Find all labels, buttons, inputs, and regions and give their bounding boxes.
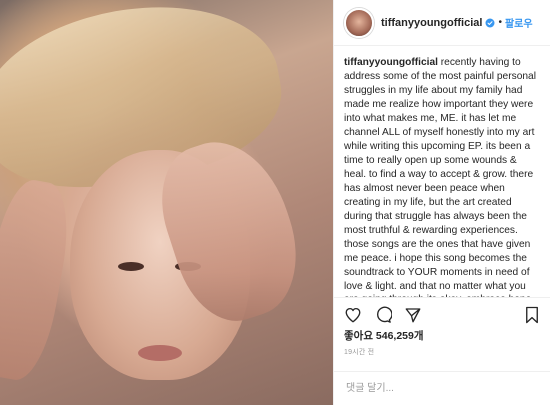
comment-input[interactable] — [344, 382, 540, 395]
comment-button[interactable] — [374, 306, 392, 324]
comment-box — [334, 371, 550, 405]
comment-icon — [377, 306, 392, 323]
save-button[interactable] — [524, 306, 540, 324]
share-button[interactable] — [404, 306, 422, 324]
action-bar — [334, 298, 550, 326]
photo-lips — [138, 345, 182, 361]
post-timestamp[interactable]: 19시간 전 — [334, 343, 550, 357]
post-header: tiffanyyoungofficial • 팔로우 — [334, 0, 550, 46]
post-photo[interactable] — [0, 0, 333, 405]
like-button[interactable] — [344, 306, 362, 324]
photo-left-eye — [118, 262, 144, 271]
follow-button[interactable]: 팔로우 — [505, 15, 533, 30]
instagram-post: tiffanyyoungofficial • 팔로우 tiffanyyoungo… — [0, 0, 550, 405]
caption-username[interactable]: tiffanyyoungofficial — [344, 57, 438, 68]
photo-left-hand — [0, 175, 77, 385]
likes-count[interactable]: 좋아요 546,259개 — [334, 326, 550, 343]
bookmark-icon — [526, 306, 538, 324]
post-caption: tiffanyyoungofficial recently having to … — [334, 46, 550, 298]
avatar[interactable] — [344, 7, 374, 38]
caption-text: recently having to address some of the m… — [344, 57, 536, 297]
post-sidebar: tiffanyyoungofficial • 팔로우 tiffanyyoungo… — [333, 0, 550, 405]
header-username[interactable]: tiffanyyoungofficial — [381, 17, 482, 29]
share-icon — [405, 308, 421, 323]
heart-icon — [345, 307, 361, 323]
verified-badge-icon — [485, 18, 495, 27]
header-separator-dot: • — [498, 17, 502, 28]
